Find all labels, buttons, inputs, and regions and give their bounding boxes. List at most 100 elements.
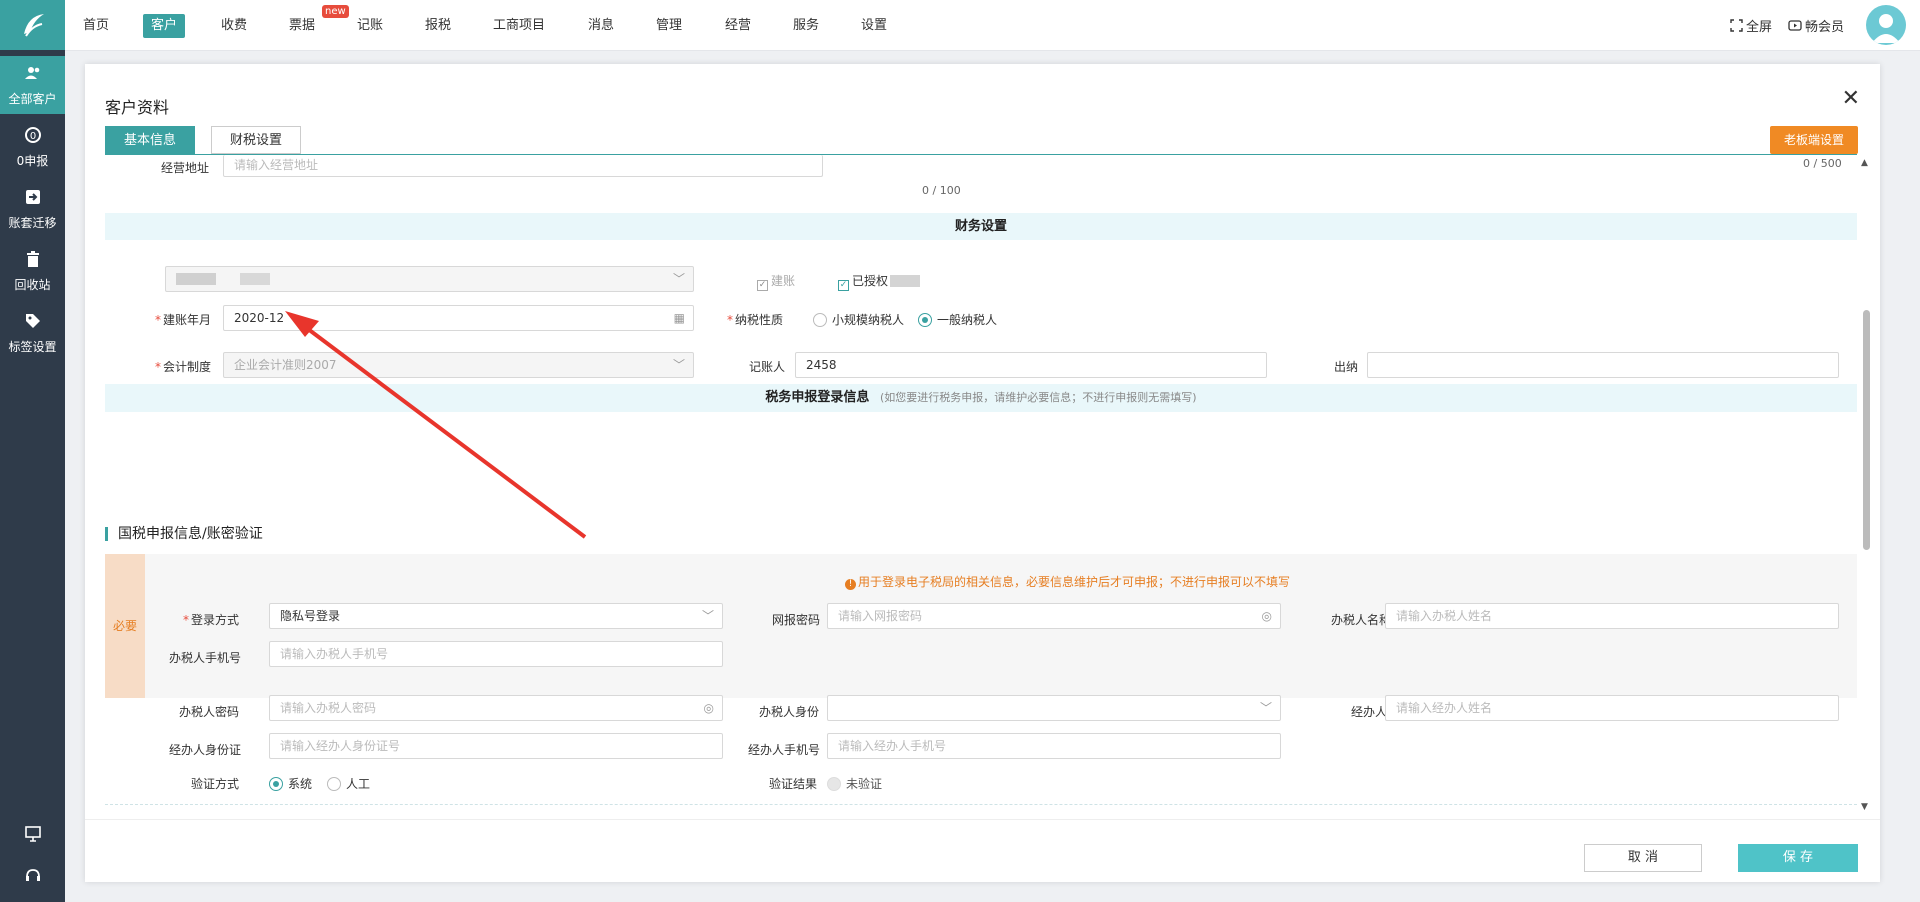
nav-settings[interactable]: 设置 — [853, 14, 895, 38]
red-arrow-annotation — [285, 311, 587, 539]
nav-customer[interactable]: 客户 — [143, 14, 186, 38]
zero-report-icon: 0 — [0, 126, 65, 152]
video-icon — [1788, 20, 1802, 31]
customer-service-button[interactable] — [0, 858, 65, 894]
nav-charge[interactable]: 收费 — [213, 14, 255, 38]
taxer-identity-label: 办税人身份 — [759, 705, 820, 719]
blurred-select[interactable]: ﹀ — [165, 266, 694, 292]
new-badge: new — [322, 5, 349, 18]
radio-verify-system[interactable]: 系统 — [269, 775, 312, 792]
calendar-icon: ▦ — [673, 311, 685, 325]
top-navigation: 首页 客户 收费 票据 new 记账 报税 工商项目 消息 管理 经营 服务 设… — [65, 0, 1920, 51]
login-method-select[interactable]: 隐私号登录 ﹀ — [269, 603, 723, 629]
right-counter: 0 / 500 — [1803, 157, 1842, 170]
section-divider — [105, 804, 1857, 805]
remote-desktop-button[interactable] — [0, 816, 65, 852]
tab-finance-tax-settings[interactable]: 财税设置 — [211, 126, 302, 154]
radio-verify-manual[interactable]: 人工 — [327, 775, 370, 792]
close-icon[interactable]: ✕ — [1842, 86, 1860, 111]
chevron-down-icon: ﹀ — [701, 609, 714, 623]
taxer-phone-label: 办税人手机号 — [169, 651, 242, 665]
cancel-button[interactable]: 取 消 — [1584, 844, 1702, 872]
bookkeeper-label: 记账人 — [749, 360, 786, 374]
verify-result-label: 验证结果 — [769, 777, 818, 791]
verify-result-value: 未验证 — [827, 775, 882, 792]
chevron-down-icon: ﹀ — [672, 272, 685, 286]
address-input[interactable]: 请输入经营地址 — [223, 155, 823, 177]
build-checkbox[interactable]: ✓ 建账 — [757, 272, 795, 291]
address-counter: 0 / 100 — [922, 184, 961, 197]
handler-phone-input[interactable]: 请输入经办人手机号 — [827, 733, 1281, 759]
sidebar-item-recycle[interactable]: 回收站 — [0, 242, 65, 300]
save-button[interactable]: 保 存 — [1738, 844, 1858, 872]
login-method-label: * 登录方式 — [183, 613, 240, 627]
taxer-phone-input[interactable]: 请输入办税人手机号 — [269, 641, 723, 667]
footer-divider — [85, 819, 1880, 820]
nav-manage[interactable]: 管理 — [648, 14, 690, 38]
sidebar-item-label: 0申报 — [16, 154, 49, 168]
users-icon — [0, 64, 65, 90]
nav-home[interactable]: 首页 — [75, 14, 117, 38]
nav-tax[interactable]: 报税 — [417, 14, 459, 38]
left-sidebar: 全部客户 0 0申报 账套迁移 回收站 标签设置 — [0, 0, 65, 902]
net-password-input[interactable]: 请输入网报密码 ◎ — [827, 603, 1281, 629]
customer-info-modal: 客户资料 ✕ 基本信息 财税设置 老板端设置 经营地址 请输入经营地址 0 / … — [85, 64, 1880, 882]
chevron-down-icon: ﹀ — [1259, 701, 1272, 715]
scroll-down-icon[interactable]: ▼ — [1861, 802, 1868, 812]
address-label: 经营地址 — [161, 161, 210, 175]
app-logo[interactable] — [0, 0, 65, 50]
warning-icon: ! — [845, 579, 856, 590]
eye-hidden-icon[interactable]: ◎ — [1262, 604, 1272, 628]
handler-input[interactable]: 请输入经办人姓名 — [1385, 695, 1839, 721]
migrate-icon — [0, 188, 65, 214]
nav-messages[interactable]: 消息 — [580, 14, 622, 38]
fullscreen-icon — [1730, 19, 1743, 32]
taxer-name-label: 办税人名称 — [1331, 613, 1392, 627]
sidebar-item-tags[interactable]: 标签设置 — [0, 304, 65, 362]
required-tag: 必要 — [105, 554, 145, 698]
sidebar-item-zero-report[interactable]: 0 0申报 — [0, 118, 65, 176]
sidebar-item-label: 账套迁移 — [8, 216, 57, 230]
fullscreen-button[interactable]: 全屏 — [1730, 16, 1772, 35]
vertical-scrollbar[interactable]: ▲ ▼ — [1860, 158, 1872, 812]
tag-icon — [0, 312, 65, 338]
net-password-label: 网报密码 — [772, 613, 821, 627]
scroll-up-icon[interactable]: ▲ — [1861, 158, 1868, 168]
fullscreen-label: 全屏 — [1746, 20, 1773, 35]
eye-hidden-icon[interactable]: ◎ — [704, 696, 714, 720]
modal-title: 客户资料 — [105, 98, 170, 117]
nav-bills[interactable]: 票据 — [281, 14, 323, 38]
scroll-thumb[interactable] — [1863, 310, 1870, 550]
taxer-name-input[interactable]: 请输入办税人姓名 — [1385, 603, 1839, 629]
chevron-down-icon: ﹀ — [672, 358, 685, 372]
taxer-password-label: 办税人密码 — [179, 705, 240, 719]
member-label: 畅会员 — [1805, 20, 1845, 35]
avatar[interactable] — [1866, 5, 1906, 45]
cashier-input[interactable] — [1367, 352, 1839, 378]
nav-business-project[interactable]: 工商项目 — [485, 14, 553, 38]
boss-settings-button[interactable]: 老板端设置 — [1769, 126, 1858, 154]
taxer-identity-select[interactable]: ﹀ — [827, 695, 1281, 721]
user-avatar-icon — [1872, 14, 1900, 43]
bookkeeper-input[interactable]: 2458 — [795, 352, 1267, 378]
trash-icon — [0, 250, 65, 276]
nav-operation[interactable]: 经营 — [717, 14, 759, 38]
cashier-label: 出纳 — [1334, 360, 1359, 374]
sidebar-item-migrate[interactable]: 账套迁移 — [0, 180, 65, 238]
finance-section-header: 财务设置 — [105, 213, 1857, 240]
login-notice: ! 用于登录电子税局的相关信息，必要信息维护后才可申报；不进行申报可以不填写 — [845, 573, 1290, 590]
nav-service[interactable]: 服务 — [785, 14, 827, 38]
nav-bookkeeping[interactable]: 记账 — [349, 14, 391, 38]
svg-text:0: 0 — [29, 131, 35, 142]
radio-general[interactable]: 一般纳税人 — [918, 311, 997, 328]
handler-id-input[interactable]: 请输入经办人身份证号 — [269, 733, 723, 759]
accounting-label: * 会计制度 — [155, 360, 212, 374]
radio-small-scale[interactable]: 小规模纳税人 — [813, 311, 904, 328]
tab-basic-info[interactable]: 基本信息 — [105, 126, 196, 154]
sidebar-item-all-customers[interactable]: 全部客户 — [0, 56, 65, 114]
member-button[interactable]: 畅会员 — [1788, 16, 1844, 35]
national-tax-title: 国税申报信息/账密验证 — [105, 527, 263, 541]
taxer-password-input[interactable]: 请输入办税人密码 ◎ — [269, 695, 723, 721]
authorized-checkbox[interactable]: ✓ 已授权 — [838, 272, 921, 291]
build-month-label: * 建账年月 — [155, 313, 212, 327]
